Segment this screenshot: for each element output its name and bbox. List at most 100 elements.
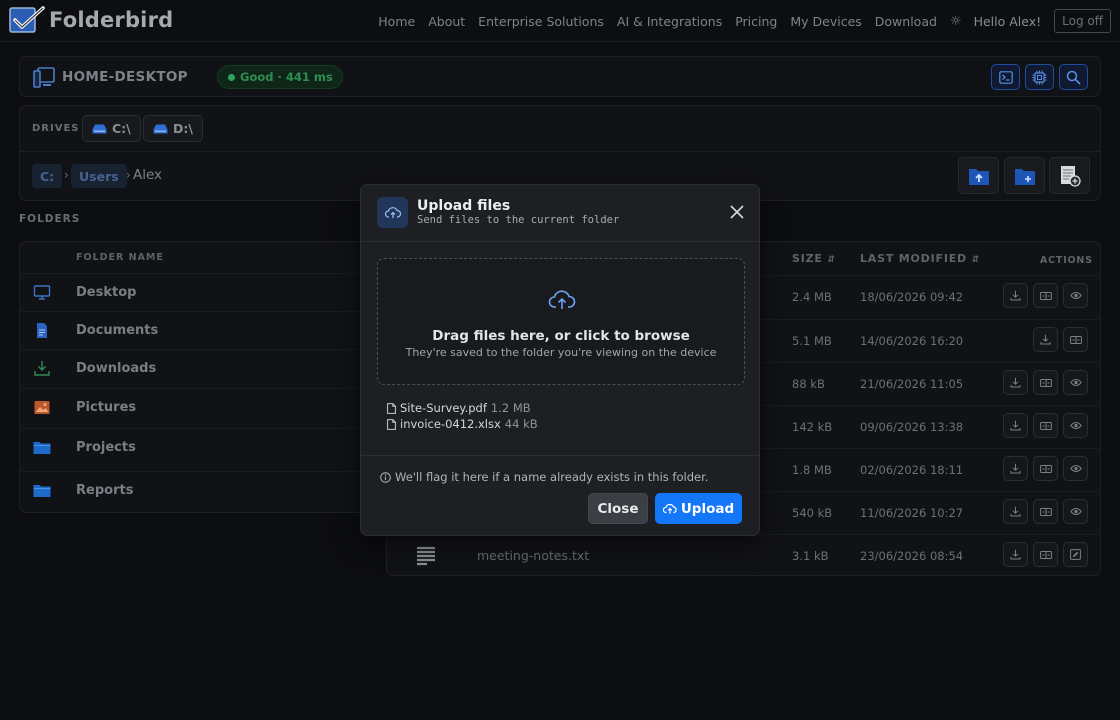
upload-button[interactable]: Upload [655,493,742,524]
text-file-icon [416,546,436,570]
compare-button[interactable] [1033,370,1058,395]
selected-file-name: invoice-0412.xlsx [400,417,501,431]
view-icon [1069,291,1082,300]
compare-button[interactable] [1033,413,1058,438]
nav-enterprise[interactable]: Enterprise Solutions [478,14,604,29]
edit-button[interactable] [1063,542,1088,567]
modified-column-header[interactable]: LAST MODIFIED ⇵ [860,252,980,265]
file-dropzone[interactable]: Drag files here, or click to browse They… [377,258,745,385]
file-size: 3.1 kB [792,549,829,563]
file-size: 88 kB [792,377,825,391]
search-icon [1066,70,1081,85]
compare-icon [1039,507,1052,517]
sun-icon[interactable]: ☼ [950,14,962,29]
cloud-upload-icon [548,290,576,309]
folder-name-column-header[interactable]: FOLDER NAME [76,252,164,263]
compare-button[interactable] [1033,542,1058,567]
download-button[interactable] [1003,413,1028,438]
compare-icon [1039,291,1052,301]
compare-icon [1039,378,1052,388]
download-icon [34,361,50,376]
size-column-header[interactable]: SIZE ⇵ [792,252,836,265]
download-button[interactable] [1033,327,1058,352]
nav-my-devices[interactable]: My Devices [790,14,861,29]
download-button[interactable] [1003,370,1028,395]
terminal-button[interactable] [991,64,1020,90]
compare-button[interactable] [1033,456,1058,481]
file-size: 2.4 MB [792,290,832,304]
top-navbar: Folderbird Home About Enterprise Solutio… [0,0,1120,42]
folder-row-pictures[interactable]: Pictures [20,388,384,426]
upload-button-label: Upload [680,500,735,517]
breadcrumb-users[interactable]: Users [71,164,127,188]
main-nav: Home About Enterprise Solutions AI & Int… [378,9,1111,33]
download-icon [1010,377,1021,388]
brand-name: Folderbird [49,8,174,32]
drive-c-label: C:\ [112,121,131,136]
device-header: HOME-DESKTOP Good · 441 ms [19,56,1101,97]
view-button[interactable] [1063,456,1088,481]
selected-file-item: Site-Survey.pdf 1.2 MB [387,401,531,415]
nav-about[interactable]: About [428,14,465,29]
status-badge: Good · 441 ms [217,65,343,89]
file-actions [1033,327,1088,352]
nav-home[interactable]: Home [378,14,415,29]
selected-file-size: 44 kB [504,417,538,431]
selected-file-size: 1.2 MB [490,401,531,415]
upload-to-folder-icon [968,168,989,185]
duplicate-note-text: We'll flag it here if a name already exi… [395,470,709,484]
folder-row-projects[interactable]: Projects [20,428,384,466]
brand[interactable]: Folderbird [9,6,173,34]
download-button[interactable] [1003,499,1028,524]
document-icon [37,323,47,338]
view-icon [1069,421,1082,430]
drive-d-button[interactable]: D:\ [143,115,203,142]
folder-label: Projects [76,440,136,455]
drive-c-button[interactable]: C:\ [82,115,141,142]
file-modified: 11/06/2026 10:27 [860,506,964,520]
image-icon [34,401,50,414]
file-actions [1003,456,1088,481]
breadcrumb-root[interactable]: C: [32,164,63,188]
download-button[interactable] [1003,283,1028,308]
search-button[interactable] [1059,64,1088,90]
nav-pricing[interactable]: Pricing [735,14,777,29]
file-name[interactable]: meeting-notes.txt [477,548,589,563]
file-actions [1003,413,1088,438]
close-icon[interactable] [729,204,745,220]
file-modified: 14/06/2026 16:20 [860,334,964,348]
status-dot-icon [228,73,235,81]
file-size: 1.8 MB [792,463,832,477]
view-icon [1069,378,1082,387]
file-size: 5.1 MB [792,334,832,348]
user-greeting: Hello Alex! [973,13,1042,29]
file-modified: 23/06/2026 08:54 [860,549,964,563]
view-button[interactable] [1063,370,1088,395]
nav-download[interactable]: Download [875,14,937,29]
folder-row-downloads[interactable]: Downloads [20,349,384,387]
upload-dialog: Upload files Send files to the current f… [360,184,760,536]
compare-button[interactable] [1063,327,1088,352]
upload-to-folder-button[interactable] [958,157,999,194]
info-icon [380,471,391,483]
cpu-button[interactable] [1025,64,1054,90]
view-button[interactable] [1063,283,1088,308]
close-button[interactable]: Close [588,493,648,524]
download-button[interactable] [1003,542,1028,567]
compare-button[interactable] [1033,283,1058,308]
logout-button[interactable]: Log off [1054,9,1111,33]
new-folder-icon [1014,168,1035,185]
folder-row-desktop[interactable]: Desktop [20,273,384,311]
file-size: 142 kB [792,420,833,434]
folder-row-reports[interactable]: Reports [20,471,384,509]
folder-row-documents[interactable]: Documents [20,311,384,349]
view-button[interactable] [1063,413,1088,438]
monitor-icon [33,285,51,300]
nav-ai-integrations[interactable]: AI & Integrations [617,14,722,29]
file-row[interactable]: meeting-notes.txt 3.1 kB 23/06/2026 08:54 [387,534,1100,577]
compare-button[interactable] [1033,499,1058,524]
new-file-button[interactable] [1049,157,1090,194]
view-button[interactable] [1063,499,1088,524]
download-button[interactable] [1003,456,1028,481]
new-folder-button[interactable] [1004,157,1045,194]
